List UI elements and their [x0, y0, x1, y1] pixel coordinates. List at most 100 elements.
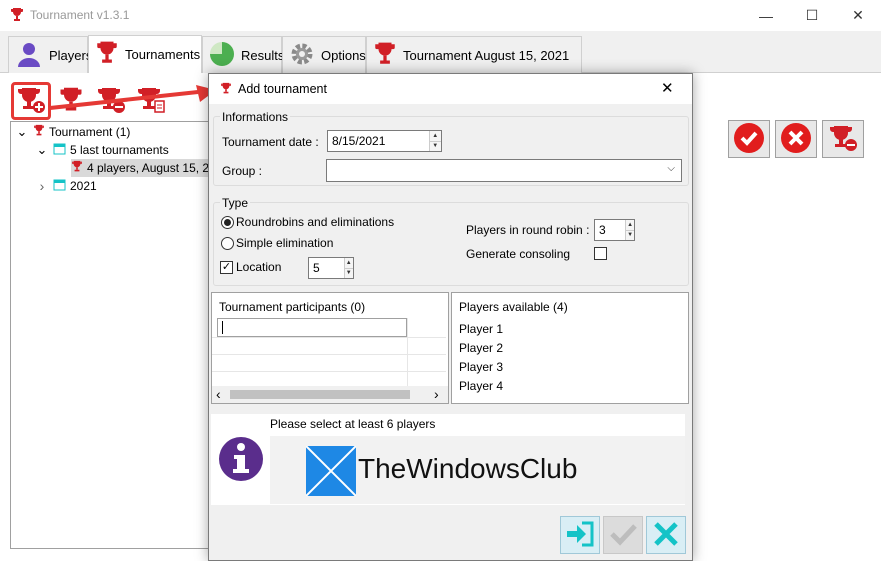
validation-message: Please select at least 6 players — [270, 417, 436, 431]
add-tournament-dialog: Add tournament ✕ Informations Tournament… — [208, 73, 693, 561]
check-circle-icon — [733, 122, 765, 157]
scroll-right-icon[interactable]: › — [434, 386, 439, 402]
tab-options[interactable]: Options — [282, 36, 366, 73]
tree-item-last-tournaments[interactable]: ⌄ 5 last tournaments — [35, 141, 169, 159]
location-checkbox[interactable]: ✓ — [220, 261, 233, 274]
close-window-button[interactable]: ✕ — [835, 0, 881, 31]
tab-label: Tournament August 15, 2021 — [403, 47, 570, 63]
trophy-remove-icon — [828, 124, 858, 155]
minimize-button[interactable]: — — [743, 0, 789, 31]
tab-results[interactable]: Results — [202, 36, 285, 73]
spin-down-icon[interactable]: ▼ — [626, 229, 634, 240]
watermark-area: TheWindowsClub — [270, 436, 685, 504]
cancel-button[interactable] — [775, 120, 817, 158]
tab-players[interactable]: Players — [8, 36, 92, 73]
spin-up-icon[interactable]: ▲ — [344, 258, 353, 268]
title-bar: Tournament v1.3.1 — ☐ ✕ — [0, 0, 881, 31]
chevron-down-icon[interactable]: ⌄ — [15, 125, 29, 138]
location-spinner[interactable]: ▲▼ — [308, 257, 354, 279]
tournament-date-picker[interactable]: ▲▼ — [327, 130, 442, 152]
player-item[interactable]: Player 2 — [459, 341, 503, 355]
remove-tournament-button[interactable] — [822, 120, 864, 158]
dialog-title: Add tournament — [238, 82, 327, 96]
players-round-robin-label: Players in round robin : — [466, 223, 590, 237]
pie-chart-icon — [209, 41, 235, 70]
confirm-button[interactable] — [728, 120, 770, 158]
app-trophy-icon — [10, 7, 24, 26]
players-round-robin-input[interactable] — [595, 220, 626, 240]
trophy-icon — [220, 82, 232, 98]
maximize-button[interactable]: ☐ — [789, 0, 835, 31]
player-item[interactable]: Player 3 — [459, 360, 503, 374]
simple-elimination-radio[interactable] — [221, 237, 234, 250]
players-round-robin-spinner[interactable]: ▲▼ — [594, 219, 635, 241]
date-spinner[interactable]: ▲ ▼ — [428, 131, 441, 151]
tournament-date-input[interactable] — [328, 131, 429, 151]
available-header: Players available (4) — [459, 300, 568, 314]
tournament-tree[interactable]: ⌄ Tournament (1) ⌄ 5 last tournaments 4 … — [10, 121, 211, 549]
close-icon — [652, 520, 680, 551]
generate-consoling-label[interactable]: Generate consoling — [466, 247, 570, 261]
players-available-list[interactable]: Players available (4) Player 1 Player 2 … — [451, 292, 689, 404]
cancel-dialog-button[interactable] — [646, 516, 686, 554]
roundrobin-label[interactable]: Roundrobins and eliminations — [236, 215, 394, 229]
watermark-text: TheWindowsClub — [358, 453, 578, 484]
chevron-down-icon[interactable]: ⌵ — [667, 163, 675, 174]
scroll-left-icon[interactable]: ‹ — [216, 386, 221, 402]
spin-down-icon[interactable]: ▼ — [344, 267, 353, 278]
roundrobin-radio[interactable] — [221, 216, 234, 229]
location-label[interactable]: Location — [236, 260, 281, 274]
calendar-icon — [53, 178, 66, 194]
player-item[interactable]: Player 1 — [459, 322, 503, 336]
dialog-close-button[interactable]: ✕ — [661, 79, 674, 97]
players-rr-spin-arrows[interactable]: ▲ ▼ — [625, 220, 634, 240]
login-arrow-icon — [565, 520, 595, 551]
chevron-down-icon[interactable]: ⌄ — [35, 143, 49, 156]
group-combobox[interactable]: ⌵ — [326, 159, 682, 182]
trophy-add-icon — [16, 86, 46, 117]
tab-tournaments[interactable]: Tournaments — [88, 35, 202, 73]
tab-label: Results — [241, 47, 285, 63]
grid-line — [212, 371, 446, 372]
validate-button[interactable] — [603, 516, 643, 554]
trophy-icon — [373, 41, 397, 70]
tree-label: 4 players, August 15, 2021 — [87, 161, 211, 175]
tab-tournament-august-15-2021[interactable]: Tournament August 15, 2021 — [366, 36, 582, 73]
gear-icon — [289, 41, 315, 70]
simple-elimination-label[interactable]: Simple elimination — [236, 236, 333, 250]
group-label: Group : — [222, 164, 263, 178]
check-icon — [608, 520, 638, 551]
trophy-icon — [95, 40, 119, 69]
scrollbar-thumb[interactable] — [230, 390, 410, 399]
informations-legend: Informations — [220, 110, 291, 124]
player-item[interactable]: Player 4 — [459, 379, 503, 393]
add-tournament-button[interactable] — [11, 82, 51, 120]
generate-consoling-checkbox[interactable] — [594, 247, 607, 260]
location-input[interactable] — [309, 258, 344, 278]
tree-item-2021[interactable]: › 2021 — [35, 177, 97, 195]
location-spin-arrows[interactable]: ▲ ▼ — [343, 258, 353, 278]
x-circle-icon — [780, 122, 812, 157]
import-button[interactable] — [560, 516, 600, 554]
horizontal-scrollbar[interactable]: ‹ › — [212, 386, 448, 403]
participant-edit-input[interactable] — [217, 318, 407, 337]
spin-down-icon[interactable]: ▼ — [429, 140, 441, 151]
tree-item-selected-tournament[interactable]: 4 players, August 15, 2021 — [71, 159, 211, 177]
text-cursor — [222, 321, 223, 334]
chevron-right-icon[interactable]: › — [35, 178, 49, 194]
grid-line — [212, 337, 446, 338]
tab-label: Tournaments — [125, 47, 201, 62]
tree-item-tournament[interactable]: ⌄ Tournament (1) — [15, 123, 130, 141]
tournament-date-label: Tournament date : — [222, 135, 319, 149]
message-panel: Please select at least 6 players TheWind… — [211, 414, 685, 505]
tab-label: Players — [49, 47, 93, 63]
spin-up-icon[interactable]: ▲ — [429, 131, 441, 141]
trophy-icon — [71, 160, 83, 176]
participants-list[interactable]: Tournament participants (0) ‹ › — [211, 292, 449, 404]
grid-column — [407, 318, 445, 386]
spin-up-icon[interactable]: ▲ — [626, 220, 634, 230]
windows-logo-icon — [305, 445, 357, 499]
calendar-icon — [53, 142, 66, 158]
dialog-title-bar: Add tournament ✕ — [209, 74, 692, 104]
tree-label: 5 last tournaments — [70, 143, 169, 157]
